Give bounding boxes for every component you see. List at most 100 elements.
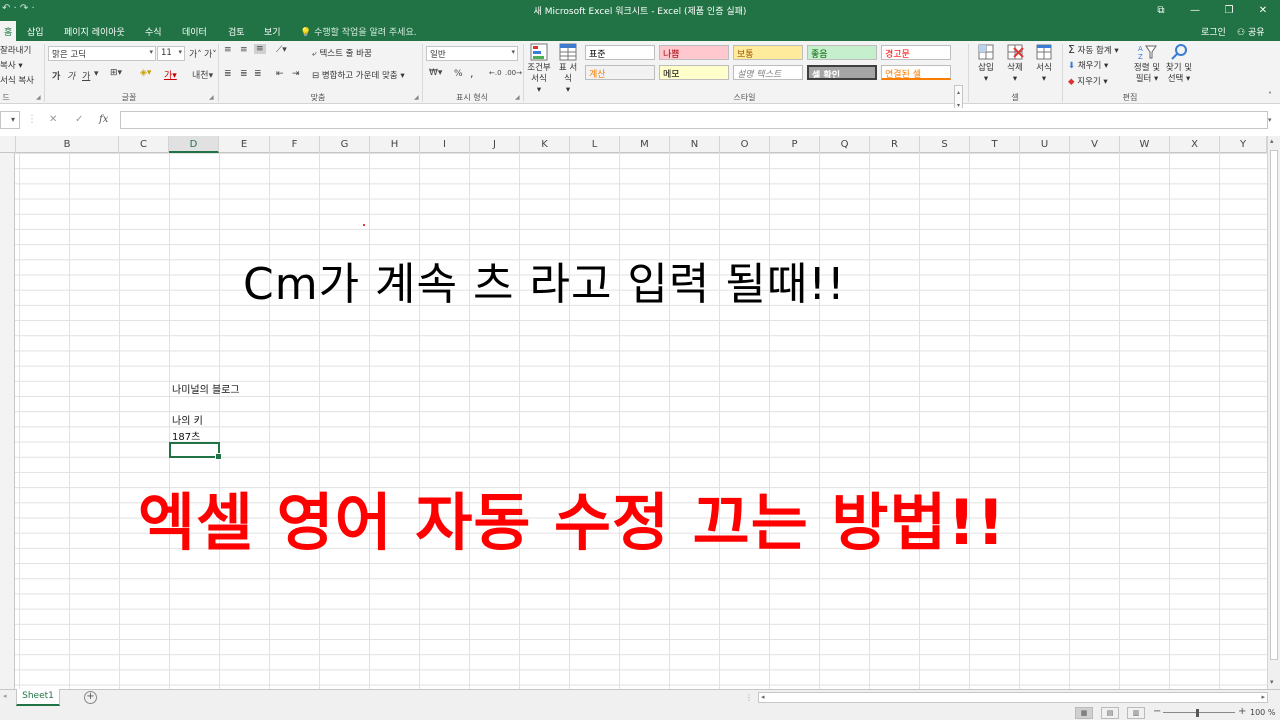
column-header-f[interactable]: F [270, 136, 320, 153]
restore-button[interactable]: ❐ [1212, 0, 1246, 21]
shrink-font-button[interactable]: 가˅ [204, 47, 217, 60]
column-header-k[interactable]: K [520, 136, 570, 153]
column-header-m[interactable]: M [620, 136, 670, 153]
tab-data[interactable]: 데이터 [182, 25, 207, 38]
ribbon-display-options-icon[interactable]: ⧉ [1144, 0, 1178, 21]
scroll-left-icon[interactable]: ◂ [761, 693, 765, 701]
insert-function-button[interactable]: fx [99, 114, 108, 125]
tab-view[interactable]: 보기 [264, 25, 281, 38]
borders-icon[interactable]: ⊞▾ [110, 68, 122, 78]
column-header-q[interactable]: Q [820, 136, 870, 153]
column-header-s[interactable]: S [920, 136, 970, 153]
font-name-combo[interactable]: 맑은 고딕 ▾ [48, 46, 156, 61]
active-cell-selection[interactable] [169, 442, 222, 460]
horizontal-scrollbar[interactable]: ◂ ▸ [758, 692, 1268, 703]
name-box[interactable]: ▾ [0, 111, 20, 129]
select-all-corner[interactable] [0, 136, 16, 153]
decrease-decimal-icon[interactable]: .00→ [505, 69, 522, 77]
style-linked-cell[interactable]: 연결된 셀 [881, 65, 951, 80]
chevron-down-icon[interactable]: ▾ [94, 69, 99, 79]
align-center-icon[interactable]: ≣ [240, 69, 248, 79]
decrease-indent-icon[interactable]: ⇤ [276, 69, 284, 79]
column-header-b[interactable]: B [16, 136, 119, 153]
grow-font-button[interactable]: 가˄ [189, 47, 202, 60]
copy-button[interactable]: 복사 ▾ [0, 59, 23, 71]
style-bad[interactable]: 나쁨 [659, 45, 729, 60]
normal-view-button[interactable]: ▦ [1075, 707, 1093, 719]
column-header-v[interactable]: V [1070, 136, 1120, 153]
column-header-d[interactable]: D [169, 136, 219, 153]
style-check-cell[interactable]: 셀 확인 [807, 65, 877, 80]
clear-button[interactable]: ◆ 지우기 ▾ [1068, 75, 1108, 87]
zoom-in-icon[interactable]: + [1238, 706, 1246, 717]
column-header-t[interactable]: T [970, 136, 1020, 153]
scroll-up-icon[interactable]: ▴ [1270, 137, 1274, 145]
worksheet-grid[interactable]: 나미널의 블로그 나의 키 187츠 [0, 153, 1267, 689]
tell-me-search[interactable]: 💡 수행할 작업을 알려 주세요. [300, 25, 417, 38]
fill-button[interactable]: ⬇ 채우기 ▾ [1068, 59, 1108, 71]
share-button[interactable]: ⚇ 공유 [1237, 25, 1265, 38]
column-header-g[interactable]: G [320, 136, 370, 153]
font-color-icon[interactable]: 가▾ [164, 68, 177, 81]
style-note[interactable]: 메모 [659, 65, 729, 80]
expand-formula-bar-icon[interactable]: ▾ [1268, 116, 1272, 124]
tab-split-handle-icon[interactable]: ⋮ [745, 693, 753, 702]
format-as-table-button[interactable]: 표 서식 ▾ [556, 43, 580, 96]
delete-cells-button[interactable]: 삭제 ▾ [1002, 43, 1028, 85]
alignment-launcher-icon[interactable]: ◢ [414, 94, 419, 101]
number-format-combo[interactable]: 일반 ▾ [426, 46, 518, 61]
underline-button[interactable]: 가 [82, 69, 90, 82]
zoom-level[interactable]: 100 % [1250, 708, 1275, 717]
tab-review[interactable]: 검토 [228, 25, 245, 38]
tab-page-layout[interactable]: 페이지 레이아웃 [64, 25, 125, 38]
increase-indent-icon[interactable]: ⇥ [292, 69, 300, 79]
style-normal[interactable]: 표준 [585, 45, 655, 60]
comma-button[interactable]: , [470, 67, 474, 80]
style-neutral[interactable]: 보통 [733, 45, 803, 60]
column-header-w[interactable]: W [1120, 136, 1170, 153]
currency-icon[interactable]: ₩▾ [429, 68, 442, 78]
page-layout-view-button[interactable]: ▤ [1101, 707, 1119, 719]
italic-button[interactable]: 가 [67, 69, 75, 82]
sheet-tab-sheet1[interactable]: Sheet1 [16, 689, 60, 706]
column-header-o[interactable]: O [720, 136, 770, 153]
tab-home[interactable]: 홈 [0, 21, 17, 41]
wrap-text-button[interactable]: ⤶ 텍스트 줄 바꿈 [312, 47, 372, 59]
conditional-formatting-button[interactable]: 조건부 서식 ▾ [525, 43, 553, 96]
format-painter-button[interactable]: 서식 복사 [0, 74, 34, 86]
align-middle-icon[interactable]: ≡ [240, 45, 248, 55]
align-right-icon[interactable]: ≣ [254, 69, 262, 79]
column-header-h[interactable]: H [370, 136, 420, 153]
increase-decimal-icon[interactable]: ←.0 [489, 69, 502, 77]
style-good[interactable]: 좋음 [807, 45, 877, 60]
number-launcher-icon[interactable]: ◢ [515, 94, 520, 101]
align-top-icon[interactable]: ≡ [224, 45, 232, 55]
zoom-out-icon[interactable]: − [1153, 706, 1161, 717]
merge-center-button[interactable]: ⊟ 병합하고 가운데 맞춤 ▾ [312, 69, 405, 81]
page-break-view-button[interactable]: ▥ [1127, 707, 1145, 719]
login-link[interactable]: 로그인 [1201, 25, 1226, 38]
column-header-j[interactable]: J [470, 136, 520, 153]
font-size-combo[interactable]: 11 ▾ [157, 46, 185, 61]
cut-button[interactable]: 잘라내기 [0, 44, 31, 56]
column-header-i[interactable]: I [420, 136, 470, 153]
bold-button[interactable]: 가 [52, 69, 60, 82]
cancel-icon[interactable]: ✕ [49, 114, 57, 125]
clipboard-launcher-icon[interactable]: ◢ [36, 94, 41, 101]
align-bottom-icon[interactable]: ≡ [254, 44, 266, 54]
cell-d19[interactable]: 187츠 [172, 428, 200, 443]
column-header-u[interactable]: U [1020, 136, 1070, 153]
tab-insert[interactable]: 삽입 [27, 25, 44, 38]
phonetic-guide-button[interactable]: 내천▾ [192, 68, 213, 81]
formula-input[interactable] [120, 111, 1268, 129]
close-button[interactable]: ✕ [1246, 0, 1280, 21]
autosum-button[interactable]: Σ 자동 합계 ▾ [1068, 43, 1119, 56]
column-header-r[interactable]: R [870, 136, 920, 153]
column-header-x[interactable]: X [1170, 136, 1220, 153]
minimize-button[interactable]: — [1178, 0, 1212, 21]
style-warning[interactable]: 경고문 [881, 45, 951, 60]
vertical-scrollbar[interactable]: ▴ ▾ [1267, 136, 1280, 689]
scroll-down-icon[interactable]: ▾ [1270, 678, 1274, 686]
style-calculation[interactable]: 계산 [585, 65, 655, 80]
column-header-c[interactable]: C [119, 136, 169, 153]
